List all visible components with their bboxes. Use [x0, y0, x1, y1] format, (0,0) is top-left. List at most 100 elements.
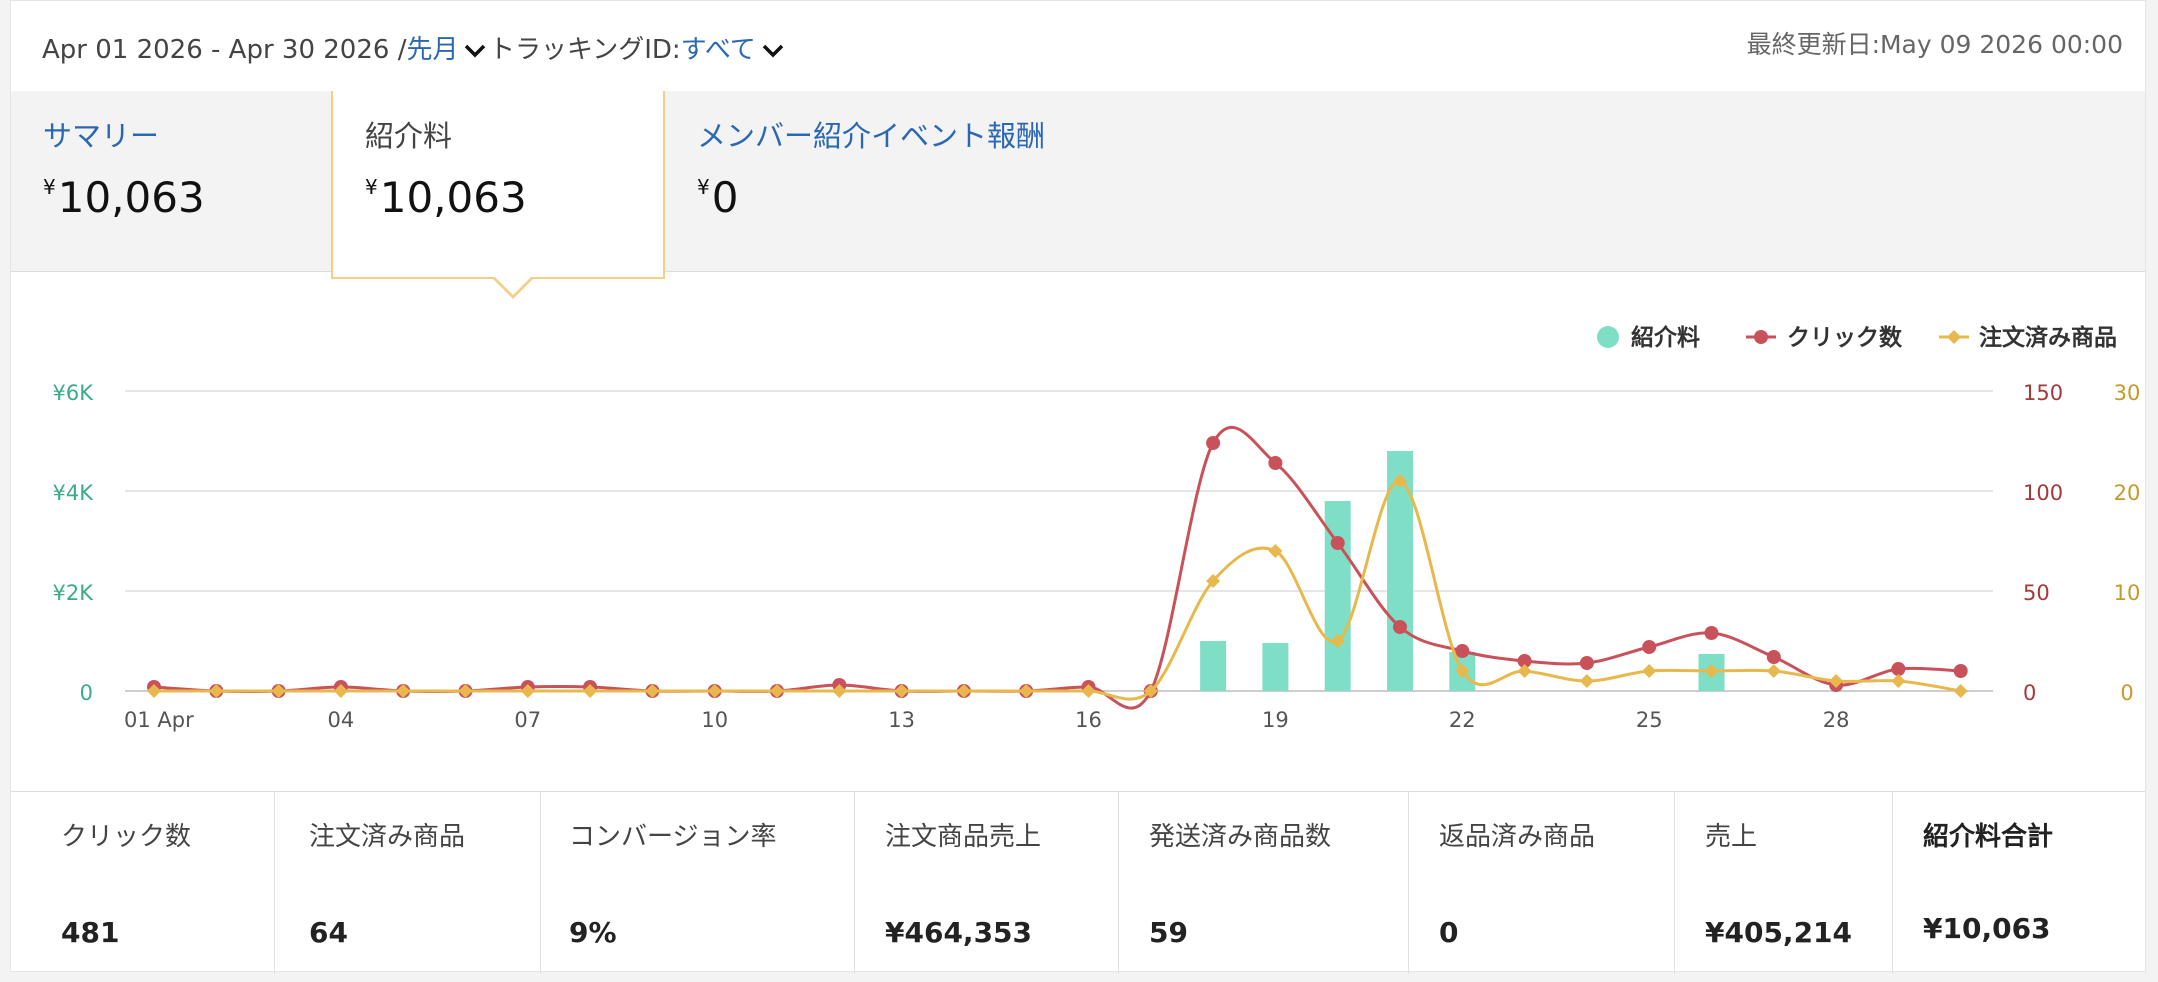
orders-point [1642, 664, 1657, 678]
clicks-point [1393, 620, 1407, 634]
summary-tabs: サマリー ¥10,063 紹介料 ¥10,063 メンバー紹介イベント報酬 ¥0 [11, 91, 2145, 299]
clicks-point [1766, 650, 1781, 664]
y-right-orders-tick-label: 30 [2114, 381, 2141, 405]
y-right-clicks-tick-label: 150 [2023, 381, 2063, 405]
x-tick-label: 10 [701, 708, 728, 732]
y-right-clicks-tick-label: 0 [2023, 681, 2036, 705]
stat-total-fee: 紹介料合計 ¥10,063 [1893, 792, 2147, 974]
stat-value: ¥464,353 [885, 916, 1033, 949]
stat-value: ¥405,214 [1705, 916, 1853, 949]
orders-point [1579, 674, 1594, 688]
x-tick-label: 19 [1262, 708, 1289, 732]
chart-legend: 紹介料 クリック数 注文済み商品 [1597, 324, 2117, 351]
stat-label: 注文商品売上 [885, 822, 1042, 852]
stat-label: 注文済み商品 [309, 822, 466, 852]
legend-clicks-label: クリック数 [1787, 325, 1903, 351]
earnings-chart-svg: 0 0 0 ¥2K 50 10 ¥4K 100 20 ¥6K 150 30 01 Apr 04 07 10 13… [53, 324, 2141, 732]
yen-sign: ¥ [697, 175, 710, 199]
clicks-point [1704, 626, 1719, 640]
stat-revenue: 売上 ¥405,214 [1675, 792, 1893, 974]
stat-value: ¥10,063 [1923, 912, 2051, 945]
y-left-tick-label: 0 [80, 681, 93, 705]
stat-label: クリック数 [61, 822, 192, 852]
x-tick-label: 13 [888, 708, 915, 732]
y-left-tick-label: ¥4K [53, 481, 95, 505]
tracking-id-value[interactable]: すべて [681, 35, 756, 65]
tracking-id-selector[interactable]: トラッキングID:すべて [489, 29, 784, 66]
stat-value: 9% [569, 916, 617, 949]
fee-bar [1200, 641, 1227, 691]
legend-clicks-icon [1754, 330, 1768, 344]
amount: 10,063 [57, 173, 205, 222]
clicks-point [1891, 662, 1906, 676]
y-left-tick-label: ¥2K [53, 581, 95, 605]
y-right-orders-tick-label: 0 [2120, 681, 2133, 705]
yen-sign: ¥ [43, 175, 56, 199]
stat-label: 発送済み商品数 [1149, 822, 1332, 852]
tab-referral-fee-value: ¥10,063 [365, 173, 527, 222]
clicks-point [1330, 536, 1345, 550]
tab-referral-fee[interactable]: 紹介料 ¥10,063 [331, 91, 665, 299]
x-tick-label: 04 [328, 708, 355, 732]
legend-fee-icon [1597, 326, 1619, 348]
period-link[interactable]: 先月 [406, 35, 458, 65]
stat-shipped-items: 発送済み商品数 59 [1119, 792, 1409, 974]
yen-sign: ¥ [365, 175, 378, 199]
stat-conversion: コンバージョン率 9% [541, 792, 855, 974]
y-right-orders-tick-label: 10 [2114, 581, 2141, 605]
tab-member-referral[interactable]: メンバー紹介イベント報酬 ¥0 [665, 91, 1085, 271]
stats-row: クリック数 481 注文済み商品 64 コンバージョン率 9% 注文商品売上 ¥… [11, 791, 2145, 974]
legend-fee-label: 紹介料 [1631, 324, 1700, 351]
tab-member-referral-value: ¥0 [697, 173, 738, 222]
stat-returned-items: 返品済み商品 0 [1409, 792, 1675, 974]
tracking-id-label: トラッキングID: [489, 35, 681, 65]
tab-summary[interactable]: サマリー ¥10,063 [11, 91, 331, 271]
orders-point [1517, 664, 1532, 678]
clicks-point [1579, 656, 1594, 670]
stat-value: 0 [1439, 916, 1459, 949]
legend-orders-label: 注文済み商品 [1979, 324, 2117, 351]
stat-clicks: クリック数 481 [11, 792, 275, 974]
tab-member-referral-label[interactable]: メンバー紹介イベント報酬 [697, 113, 1045, 155]
stat-value: 64 [309, 916, 348, 949]
tab-summary-value: ¥10,063 [43, 173, 205, 222]
clicks-point [1268, 456, 1283, 470]
y-right-orders-tick-label: 20 [2114, 481, 2141, 505]
stat-value: 481 [61, 916, 120, 949]
legend-orders-icon [1947, 330, 1961, 344]
stat-value: 59 [1149, 916, 1188, 949]
tab-referral-fee-label: 紹介料 [365, 119, 453, 153]
stat-label: 返品済み商品 [1439, 822, 1596, 852]
amount: 10,063 [379, 173, 527, 222]
date-range-selector[interactable]: Apr 01 2026 - Apr 30 2026 /先月 [42, 29, 486, 66]
orders-point [1953, 684, 1968, 698]
clicks-line [153, 426, 1961, 710]
date-range-text: Apr 01 2026 - Apr 30 2026 / [42, 35, 407, 65]
orders-line [153, 479, 1961, 701]
y-left-tick-label: ¥6K [53, 381, 95, 405]
stat-label: 売上 [1705, 822, 1758, 852]
x-tick-label: 07 [514, 708, 541, 732]
x-tick-label: 28 [1823, 708, 1850, 732]
y-right-clicks-tick-label: 50 [2023, 581, 2050, 605]
clicks-point [1206, 436, 1221, 450]
stat-label: コンバージョン率 [569, 822, 777, 852]
reports-panel: Apr 01 2026 - Apr 30 2026 /先月 トラッキングID:す… [10, 0, 2146, 974]
clicks-point [1642, 640, 1657, 654]
chevron-down-icon[interactable] [762, 44, 784, 58]
clicks-point [1953, 664, 1968, 678]
filter-bar: Apr 01 2026 - Apr 30 2026 /先月 トラッキングID:す… [11, 1, 2145, 92]
orders-point [1891, 674, 1906, 688]
x-tick-label: 25 [1636, 708, 1663, 732]
chevron-down-icon[interactable] [464, 44, 486, 58]
x-tick-label: 01 Apr [124, 708, 194, 732]
y-right-clicks-tick-label: 100 [2023, 481, 2063, 505]
tab-summary-label[interactable]: サマリー [43, 113, 159, 155]
last-updated: 最終更新日:May 09 2026 00:00 [1746, 30, 2123, 59]
stat-label: 紹介料合計 [1923, 822, 2054, 852]
stat-ordered-items: 注文済み商品 64 [275, 792, 541, 974]
x-tick-label: 16 [1075, 708, 1102, 732]
stat-ordered-sales: 注文商品売上 ¥464,353 [855, 792, 1119, 974]
x-tick-label: 22 [1449, 708, 1476, 732]
orders-point [1766, 664, 1781, 678]
